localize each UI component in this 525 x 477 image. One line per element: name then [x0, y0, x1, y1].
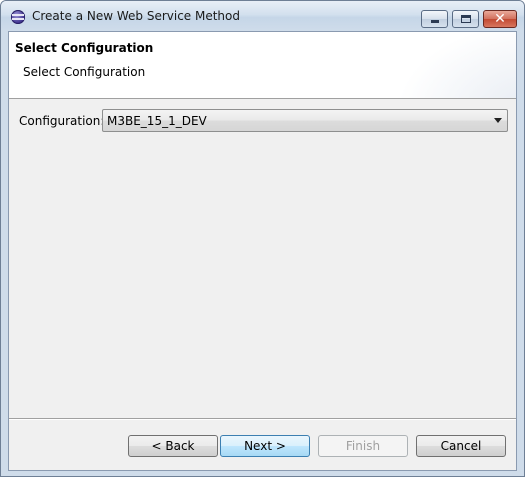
page-description: Select Configuration: [23, 65, 146, 79]
next-button[interactable]: Next >: [220, 435, 310, 457]
finish-button[interactable]: Finish: [318, 435, 408, 457]
wizard-banner: Select Configuration Select Configuratio…: [9, 32, 516, 99]
chevron-down-icon[interactable]: [494, 118, 502, 123]
page-title: Select Configuration: [15, 41, 154, 55]
minimize-icon: [431, 20, 439, 23]
maximize-button[interactable]: [452, 10, 479, 28]
eclipse-icon: [11, 10, 25, 24]
maximize-icon: [461, 15, 471, 23]
dialog-window: Create a New Web Service Method ✕ Select…: [0, 0, 525, 477]
close-icon: ✕: [494, 11, 506, 27]
close-button[interactable]: ✕: [483, 10, 517, 28]
button-bar-separator: [9, 418, 516, 420]
window-title: Create a New Web Service Method: [32, 9, 240, 23]
minimize-button[interactable]: [421, 10, 448, 28]
configuration-select[interactable]: M3BE_15_1_DEV: [102, 109, 508, 132]
title-bar[interactable]: Create a New Web Service Method ✕: [1, 1, 524, 31]
cancel-button[interactable]: Cancel: [416, 435, 506, 457]
banner-decoration: [396, 32, 516, 98]
back-button[interactable]: < Back: [128, 435, 218, 457]
dialog-content: Select Configuration Select Configuratio…: [8, 31, 517, 471]
configuration-label: Configuration:: [19, 114, 105, 128]
configuration-selected-value: M3BE_15_1_DEV: [107, 114, 207, 128]
